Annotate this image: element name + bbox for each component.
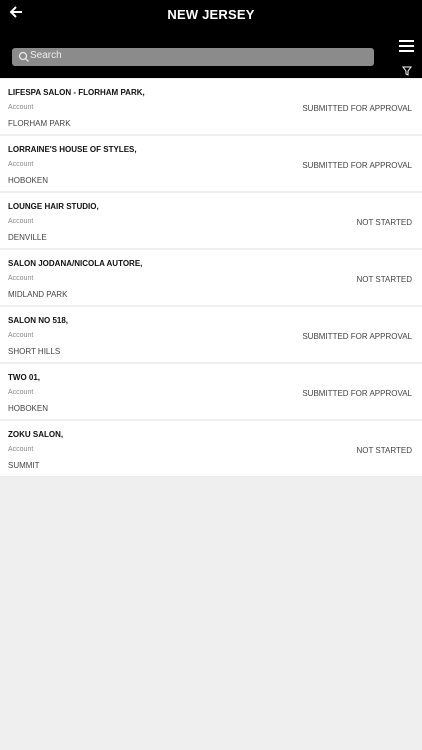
account-city: SHORT HILLS	[8, 347, 61, 356]
account-list: LIFESPA SALON - FLORHAM PARK, Account FL…	[0, 79, 422, 478]
search-placeholder: Search	[30, 50, 62, 61]
account-city: DENVILLE	[8, 233, 47, 242]
account-type-label: Account	[8, 104, 34, 111]
list-item[interactable]: LORRAINE'S HOUSE OF STYLES, Account HOBO…	[0, 136, 422, 191]
status-label: SUBMITTED FOR APPROVAL	[302, 332, 412, 341]
list-item[interactable]: SALON JODANA/NICOLA AUTORE, Account MIDL…	[0, 250, 422, 305]
account-type-label: Account	[8, 332, 34, 339]
account-name: LORRAINE'S HOUSE OF STYLES,	[8, 145, 137, 154]
list-item[interactable]: LOUNGE HAIR STUDIO, Account DENVILLE NOT…	[0, 193, 422, 248]
status-label: NOT STARTED	[356, 446, 412, 455]
filter-icon[interactable]	[402, 66, 412, 76]
account-type-label: Account	[8, 218, 34, 225]
list-item[interactable]: SALON NO 518, Account SHORT HILLS SUBMIT…	[0, 307, 422, 362]
account-city: HOBOKEN	[8, 404, 49, 413]
account-name: LIFESPA SALON - FLORHAM PARK,	[8, 88, 145, 97]
account-type-label: Account	[8, 389, 34, 396]
account-city: MIDLAND PARK	[8, 290, 68, 299]
status-label: SUBMITTED FOR APPROVAL	[302, 104, 412, 113]
search-icon	[18, 51, 29, 62]
account-name: SALON JODANA/NICOLA AUTORE,	[8, 259, 143, 268]
account-type-label: Account	[8, 161, 34, 168]
status-label: SUBMITTED FOR APPROVAL	[302, 161, 412, 170]
search-input[interactable]: Search	[12, 48, 374, 66]
account-city: HOBOKEN	[8, 176, 49, 185]
top-bar: NEW JERSEY Search	[0, 0, 422, 78]
list-item[interactable]: LIFESPA SALON - FLORHAM PARK, Account FL…	[0, 79, 422, 134]
account-name: TWO 01,	[8, 373, 41, 382]
account-name: LOUNGE HAIR STUDIO,	[8, 202, 99, 211]
status-label: NOT STARTED	[356, 275, 412, 284]
account-name: ZOKU SALON,	[8, 430, 64, 439]
status-label: SUBMITTED FOR APPROVAL	[302, 389, 412, 398]
hamburger-icon[interactable]	[399, 40, 414, 52]
account-type-label: Account	[8, 446, 34, 453]
account-name: SALON NO 518,	[8, 316, 69, 325]
list-item[interactable]: TWO 01, Account HOBOKEN SUBMITTED FOR AP…	[0, 364, 422, 419]
account-city: SUMMIT	[8, 461, 40, 470]
account-city: FLORHAM PARK	[8, 119, 71, 128]
list-item[interactable]: ZOKU SALON, Account SUMMIT NOT STARTED	[0, 421, 422, 476]
page-title: NEW JERSEY	[167, 7, 255, 22]
account-type-label: Account	[8, 275, 34, 282]
status-label: NOT STARTED	[356, 218, 412, 227]
